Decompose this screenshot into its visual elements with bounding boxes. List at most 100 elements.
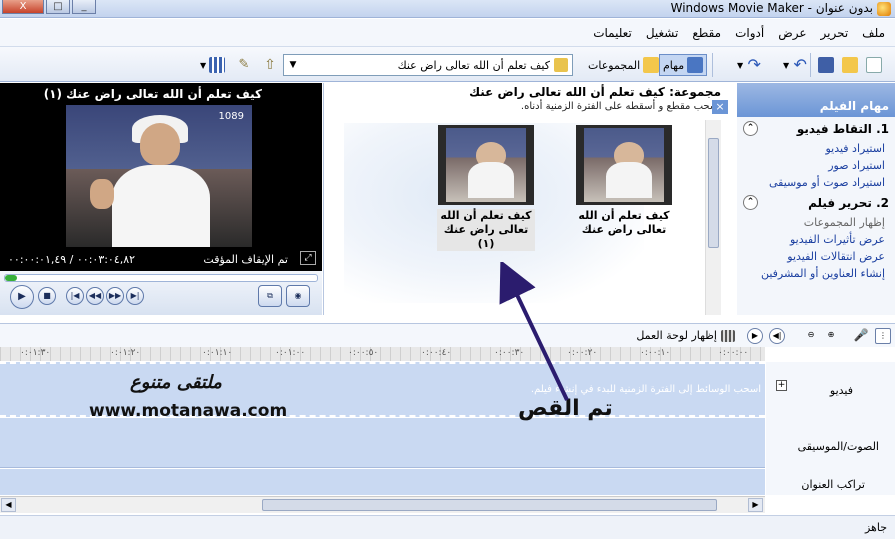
import-audio-link[interactable]: استيراد صوت أو موسيقى	[737, 174, 889, 191]
audio-track-label: الصوت/الموسيقى	[797, 440, 879, 453]
forum-watermark: ملتقى متنوع	[130, 372, 222, 393]
collection-hint: اسحب مقطع و أسقطه على الفترة الزمنية أدن…	[520, 101, 721, 112]
seek-progress	[5, 275, 18, 281]
take-picture-icon[interactable]: ◉	[286, 285, 310, 307]
ruler-tick: ٠:٠١:١٠	[202, 348, 233, 358]
show-collections-link[interactable]: إظهار المجموعات	[737, 214, 889, 231]
new-collection-button[interactable]: ✎	[236, 54, 252, 76]
menu-file[interactable]: ملف	[862, 26, 885, 40]
clip-thumbnail[interactable]: كيف تعلم أن الله تعالى راض عنك	[575, 125, 673, 237]
save-icon	[818, 57, 834, 73]
clip-thumbnail[interactable]: كيف تعلم أن الله تعالى راض عنك (١)	[437, 125, 535, 251]
undo-button[interactable]: ↶ ▼	[783, 54, 808, 76]
menu-edit[interactable]: تحرير	[821, 26, 849, 40]
movie-tasks-pane: مهام الفيلم 1. التقاط فيديو ⌃ استيراد فيد…	[737, 83, 895, 315]
seek-bar[interactable]	[4, 274, 318, 282]
collections-toggle-button[interactable]: المجموعات	[588, 54, 660, 76]
rewind-icon[interactable]: ◀◀	[86, 287, 104, 305]
up-folder-icon: ⇧	[264, 57, 276, 73]
title-overlay-track[interactable]	[0, 469, 765, 495]
import-pictures-link[interactable]: استيراد صور	[737, 157, 889, 174]
task-section-capture: 1. التقاط فيديو ⌃ استيراد فيديو استيراد ص…	[737, 117, 895, 191]
status-bar: جاهز	[0, 515, 895, 539]
rewind-timeline-icon[interactable]: |◀	[769, 328, 785, 344]
playback-state: تم الإيقاف المؤقت	[203, 253, 288, 266]
menu-help[interactable]: تعليمات	[593, 26, 632, 40]
task-section-heading[interactable]: 1. التقاط فيديو ⌃	[737, 121, 889, 136]
tasks-toggle-label: مهام	[663, 58, 685, 72]
up-one-level-button[interactable]: ⇧	[262, 54, 278, 76]
forum-url-watermark: www.motanawa.com	[89, 401, 288, 421]
timeline-scrollbar[interactable]: ◀ ▶	[0, 496, 765, 513]
collection-title: مجموعة: كيف تعلم أن الله تعالى راض عنك	[469, 85, 721, 99]
toolbar: ↶ ▼ ↷ ▼ مهام المجموعات كيف تعلم أن الله تع…	[0, 46, 895, 82]
clip-caption: كيف تعلم أن الله تعالى راض عنك	[578, 209, 670, 236]
close-icon[interactable]: ×	[712, 100, 728, 114]
make-titles-link[interactable]: إنشاء العناوين أو المشرفين	[737, 265, 889, 282]
undo-dropdown-icon[interactable]: ▼	[783, 61, 789, 70]
views-dropdown-icon[interactable]: ▼	[200, 61, 206, 70]
play-timeline-icon[interactable]: ▶	[747, 328, 763, 344]
task-section-edit: 2. تحرير فيلم ⌃ إظهار المجموعات عرض تأثير…	[737, 191, 895, 282]
scroll-right-icon[interactable]: ▶	[748, 498, 763, 512]
collection-scrollbar[interactable]	[705, 120, 721, 315]
clip-caption: كيف تعلم أن الله تعالى راض عنك (١)	[437, 209, 535, 251]
redo-button[interactable]: ↷ ▼	[737, 54, 762, 76]
annotation-arrow-icon	[499, 262, 569, 401]
fullscreen-icon[interactable]: ⤢	[300, 251, 316, 265]
play-icon[interactable]: ▶	[10, 285, 34, 309]
fast-forward-icon[interactable]: ▶▶	[106, 287, 124, 305]
view-video-transitions-link[interactable]: عرض انتقالات الفيديو	[737, 248, 889, 265]
window-title: Windows Movie Maker - بدون عنوان	[670, 1, 873, 15]
preview-video-frame: 1089	[66, 105, 252, 247]
zoom-out-icon[interactable]: ⊖	[803, 328, 819, 344]
channel-logo: 1089	[218, 111, 244, 122]
collapse-icon[interactable]: ⌃	[743, 121, 758, 136]
playback-time: ٠٠:٠٣:٠٤,٨٢ / ٠٠:٠٠:٠١,٤٩	[8, 253, 136, 266]
menu-clip[interactable]: مقطع	[692, 26, 721, 40]
collections-toggle-label: المجموعات	[588, 58, 641, 72]
expand-icon[interactable]: +	[776, 380, 787, 391]
previous-frame-icon[interactable]: |◀	[66, 287, 84, 305]
close-window-button[interactable]: X	[2, 0, 44, 14]
next-frame-icon[interactable]: ▶|	[126, 287, 144, 305]
import-video-link[interactable]: استيراد فيديو	[737, 140, 889, 157]
save-project-button[interactable]	[818, 54, 834, 76]
collapse-icon[interactable]: ⌃	[743, 195, 758, 210]
ruler-tick: ٠:٠١:٠٠	[275, 348, 306, 358]
collection-dropdown[interactable]: كيف تعلم أن الله تعالى راض عنك ▼	[283, 54, 573, 76]
minimize-window-button[interactable]: _	[72, 0, 96, 14]
open-folder-icon	[842, 57, 858, 73]
new-project-button[interactable]	[866, 54, 882, 76]
collection-scrollbar-thumb[interactable]	[708, 138, 719, 248]
show-storyboard-button[interactable]: إظهار لوحة العمل	[636, 329, 735, 342]
status-text: جاهز	[864, 521, 887, 534]
timeline-options-icon[interactable]: ⋮	[875, 328, 891, 344]
stop-icon[interactable]: ■	[38, 287, 56, 305]
audio-track[interactable]	[0, 418, 765, 468]
menu-play[interactable]: تشغيل	[646, 26, 679, 40]
open-project-button[interactable]	[842, 54, 858, 76]
maximize-window-button[interactable]: □	[46, 0, 70, 14]
collections-folder-icon	[643, 57, 660, 73]
view-video-effects-link[interactable]: عرض تأثيرات الفيديو	[737, 231, 889, 248]
task-section-heading[interactable]: 2. تحرير فيلم ⌃	[737, 195, 889, 210]
zoom-in-icon[interactable]: ⊕	[823, 328, 839, 344]
timeline-ruler[interactable]: ٠:٠٠:٠٠ ٠:٠٠:١٠ ٠:٠٠:٢٠ ٠:٠٠:٣٠ ٠:٠٠:٤٠ …	[0, 347, 765, 361]
views-button[interactable]: ▼	[200, 54, 226, 76]
narrate-timeline-icon[interactable]: 🎤	[853, 328, 869, 344]
scroll-left-icon[interactable]: ◀	[1, 498, 16, 512]
ruler-tick: ٠:٠١:٣٠	[20, 348, 51, 358]
split-clip-icon[interactable]: ⧉	[258, 285, 282, 307]
ruler-tick: ٠:٠٠:٥٠	[348, 348, 379, 358]
redo-dropdown-icon[interactable]: ▼	[737, 61, 743, 70]
menu-tools[interactable]: أدوات	[735, 26, 764, 40]
tasks-header: مهام الفيلم	[737, 83, 895, 117]
new-document-icon	[866, 57, 882, 73]
timeline-scrollbar-thumb[interactable]	[262, 499, 717, 511]
tasks-toggle-button[interactable]: مهام	[659, 54, 708, 76]
playback-controls: ▶ ■ |◀ ◀◀ ▶▶ ▶| ⧉ ◉	[0, 271, 322, 315]
chevron-down-icon: ▼	[289, 60, 297, 70]
menu-view[interactable]: عرض	[778, 26, 806, 40]
preview-status-bar: ⤢ تم الإيقاف المؤقت ٠٠:٠٣:٠٤,٨٢ / ٠٠:٠٠:…	[0, 247, 322, 269]
